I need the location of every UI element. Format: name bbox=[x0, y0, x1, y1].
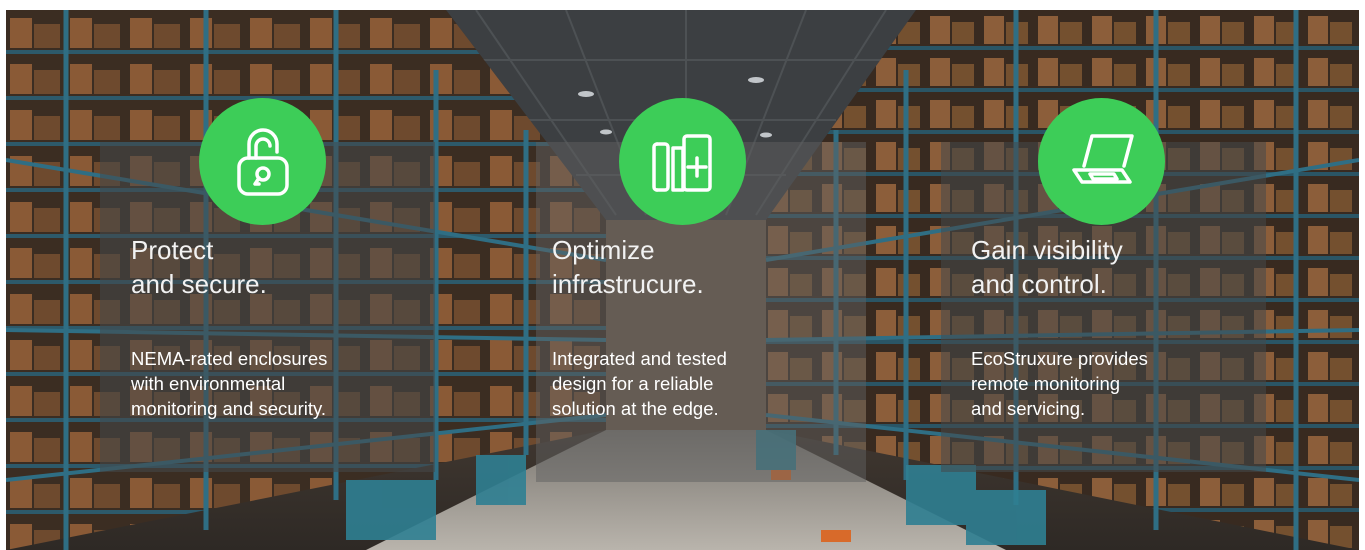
protect-description-line-2: with environmental bbox=[131, 373, 286, 394]
visibility-description-line-1: EcoStruxure provides bbox=[971, 348, 1148, 369]
optimize-description-line-2: design for a reliable bbox=[552, 373, 714, 394]
protect-description-line-1: NEMA-rated enclosures bbox=[131, 348, 328, 369]
visibility-description-line-2: remote monitoring bbox=[971, 373, 1121, 394]
optimize-heading: Optimize infrastrucure. bbox=[552, 233, 704, 301]
optimize-heading-line-1: Optimize bbox=[552, 235, 655, 265]
optimize-description-line-1: Integrated and tested bbox=[552, 348, 727, 369]
optimize-heading-line-2: infrastrucure. bbox=[552, 269, 704, 299]
visibility-heading-line-1: Gain visibility bbox=[971, 235, 1123, 265]
laptop-icon bbox=[1071, 133, 1134, 184]
protect-heading: Protect and secure. bbox=[131, 233, 267, 301]
optimize-icon-badge bbox=[619, 98, 746, 225]
unlocked-padlock-icon bbox=[236, 127, 289, 196]
visibility-heading-line-2: and control. bbox=[971, 269, 1107, 299]
protect-icon-badge bbox=[199, 98, 326, 225]
optimize-description-line-3: solution at the edge. bbox=[552, 398, 719, 419]
modular-panels-plus-icon bbox=[651, 133, 712, 192]
protect-description: NEMA-rated enclosures with environmental… bbox=[131, 346, 327, 421]
visibility-description-line-3: and servicing. bbox=[971, 398, 1086, 419]
visibility-heading: Gain visibility and control. bbox=[971, 233, 1123, 301]
visibility-icon-badge bbox=[1038, 98, 1165, 225]
protect-heading-line-1: Protect bbox=[131, 235, 214, 265]
warehouse-hero-banner: Protect and secure. NEMA-rated enclosure… bbox=[6, 10, 1359, 550]
optimize-description: Integrated and tested design for a relia… bbox=[552, 346, 727, 421]
protect-description-line-3: monitoring and security. bbox=[131, 398, 327, 419]
visibility-description: EcoStruxure provides remote monitoring a… bbox=[971, 346, 1148, 421]
protect-heading-line-2: and secure. bbox=[131, 269, 267, 299]
